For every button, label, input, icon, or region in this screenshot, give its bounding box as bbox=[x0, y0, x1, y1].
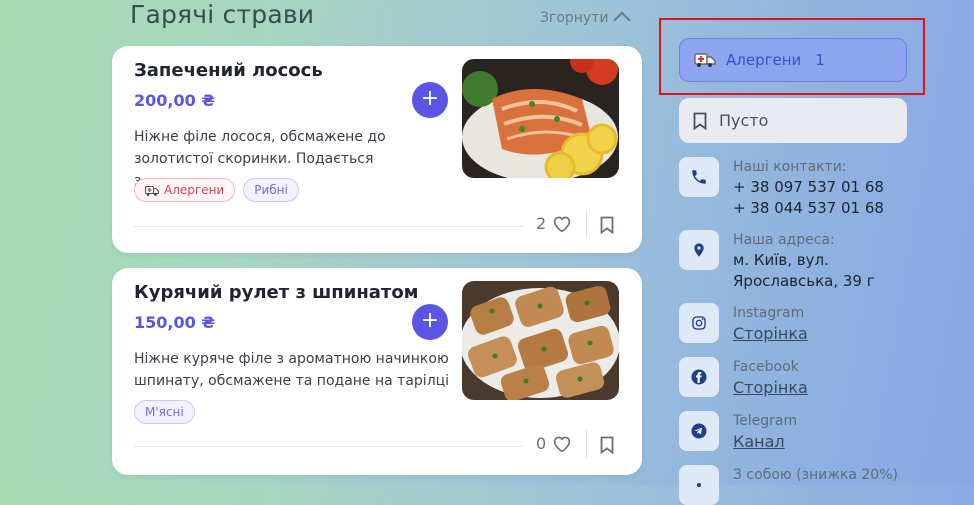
facebook-link[interactable]: Сторінка bbox=[733, 378, 808, 397]
bookmark-icon bbox=[693, 112, 707, 130]
telegram-label: Telegram bbox=[733, 413, 798, 429]
phone-1[interactable]: + 38 097 537 01 68 bbox=[733, 177, 884, 198]
divider bbox=[134, 446, 524, 447]
divider bbox=[134, 226, 524, 227]
contacts-label: Наші контакти: bbox=[733, 159, 847, 175]
instagram-label: Instagram bbox=[733, 305, 805, 321]
separator bbox=[586, 430, 587, 458]
section-title: Гарячі страви bbox=[130, 0, 315, 29]
dish-card[interactable]: Запечений лосось 200,00 ₴ + Ніжне філе л… bbox=[112, 46, 642, 253]
tag-category[interactable]: Рибні bbox=[243, 178, 299, 202]
dish-card[interactable]: Курячий рулет з шпинатом 150,00 ₴ + Ніжн… bbox=[112, 268, 642, 475]
address-label: Наша адреса: bbox=[733, 232, 835, 248]
highlight-box bbox=[659, 18, 925, 95]
address-block: Наша адреса: м. Київ, вул. Ярославська, … bbox=[679, 230, 875, 292]
instagram-block: Instagram Сторінка bbox=[679, 303, 808, 345]
dish-name[interactable]: Запечений лосось bbox=[134, 60, 323, 81]
location-pin-icon bbox=[679, 230, 719, 270]
contacts-block: Наші контакти: + 38 097 537 01 68 + 38 0… bbox=[679, 157, 884, 219]
telegram-block: Telegram Канал bbox=[679, 411, 797, 453]
add-to-cart-button[interactable]: + bbox=[412, 82, 448, 118]
instagram-icon bbox=[679, 303, 719, 343]
like-count: 2 bbox=[536, 214, 547, 233]
dish-tags: Алергени Рибні bbox=[134, 178, 299, 202]
dish-photo-salmon[interactable] bbox=[462, 59, 619, 178]
heart-icon bbox=[554, 216, 571, 232]
bookmark-icon[interactable] bbox=[600, 216, 614, 234]
facebook-icon bbox=[679, 357, 719, 397]
dish-photo-chicken[interactable] bbox=[462, 281, 619, 400]
instagram-link[interactable]: Сторінка bbox=[733, 324, 808, 343]
bookmark-icon[interactable] bbox=[600, 436, 614, 454]
facebook-label: Facebook bbox=[733, 359, 799, 375]
tag-allergens[interactable]: Алергени bbox=[134, 178, 236, 202]
saved-filter-label: Пусто bbox=[719, 111, 769, 130]
collapse-label: Згорнути bbox=[540, 9, 609, 26]
dish-price: 200,00 ₴ bbox=[134, 91, 216, 110]
phone-icon bbox=[679, 157, 719, 197]
like-count: 0 bbox=[536, 434, 547, 453]
collapse-button[interactable]: Згорнути bbox=[540, 9, 631, 29]
address-line-2: Ярославська, 39 г bbox=[733, 272, 875, 290]
takeaway-icon bbox=[679, 465, 719, 505]
takeaway-label: З собою (знижка 20%) bbox=[733, 467, 898, 483]
telegram-icon bbox=[679, 411, 719, 451]
dish-name[interactable]: Курячий рулет з шпинатом bbox=[134, 282, 418, 303]
separator bbox=[586, 210, 587, 238]
address-line-1: м. Київ, вул. bbox=[733, 251, 829, 269]
takeaway-block: З собою (знижка 20%) bbox=[679, 465, 898, 505]
facebook-block: Facebook Сторінка bbox=[679, 357, 808, 399]
chevron-up-icon bbox=[613, 11, 631, 29]
dish-tags: М'ясні bbox=[134, 400, 195, 424]
saved-filter-button[interactable]: Пусто bbox=[679, 98, 907, 143]
phone-2[interactable]: + 38 044 537 01 68 bbox=[733, 198, 884, 219]
like-button[interactable]: 0 bbox=[536, 434, 572, 453]
dish-price: 150,00 ₴ bbox=[134, 313, 216, 332]
heart-icon bbox=[554, 436, 571, 452]
ambulance-icon bbox=[145, 185, 159, 196]
telegram-link[interactable]: Канал bbox=[733, 432, 785, 451]
like-button[interactable]: 2 bbox=[536, 214, 572, 233]
add-to-cart-button[interactable]: + bbox=[412, 304, 448, 340]
tag-category[interactable]: М'ясні bbox=[134, 400, 195, 424]
